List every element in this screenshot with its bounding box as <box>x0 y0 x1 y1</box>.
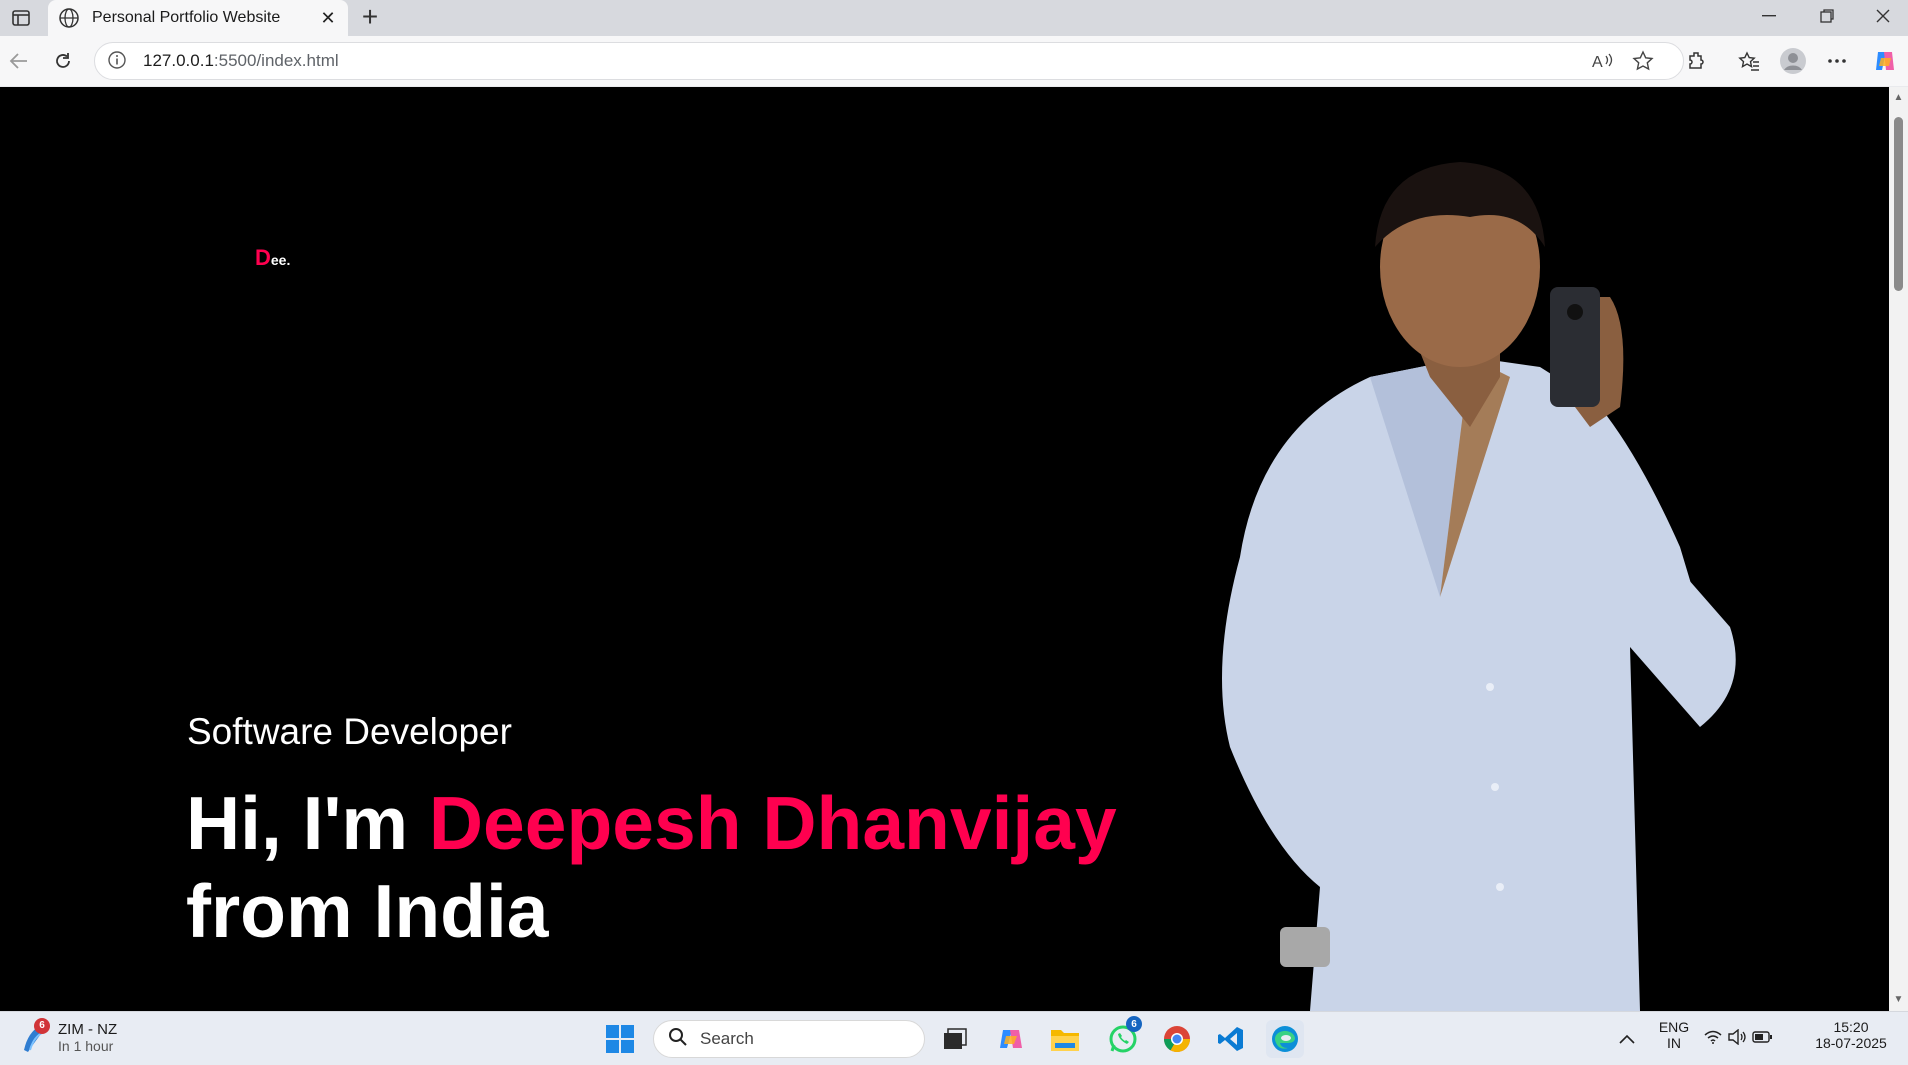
system-tray-quick-settings[interactable] <box>1702 1020 1774 1058</box>
refresh-icon[interactable] <box>46 44 80 78</box>
nav-contact[interactable]: Contact <box>897 239 952 257</box>
edge-icon[interactable] <box>1266 1020 1304 1058</box>
nav-about[interactable]: About <box>503 239 545 257</box>
language-indicator[interactable]: ENG IN <box>1656 1019 1692 1051</box>
extensions-icon[interactable] <box>1682 46 1712 76</box>
svg-text:A: A <box>1592 54 1603 71</box>
search-icon <box>668 1027 688 1052</box>
scroll-down-icon[interactable]: ▼ <box>1893 995 1904 1005</box>
nav-services[interactable]: Services <box>617 239 678 257</box>
read-aloud-icon[interactable]: A <box>1588 46 1618 76</box>
task-view-icon[interactable] <box>936 1020 974 1058</box>
show-hidden-icons[interactable] <box>1608 1020 1646 1058</box>
page-scrollbar[interactable]: ▲ ▼ <box>1889 87 1908 1011</box>
region-code: IN <box>1667 1035 1681 1051</box>
new-tab-icon[interactable]: + <box>355 1 385 32</box>
battery-icon <box>1752 1030 1772 1048</box>
address-bar[interactable]: 127.0.0.1:5500/index.html <box>94 42 1684 80</box>
close-window-icon[interactable] <box>1860 0 1906 32</box>
tab-actions-icon[interactable] <box>6 4 36 32</box>
nav-home[interactable]: Home <box>387 239 430 257</box>
close-tab-icon[interactable]: ✕ <box>318 8 338 28</box>
tab-title: Personal Portfolio Website <box>92 9 281 26</box>
clock-time: 15:20 <box>1833 1019 1869 1035</box>
url-text: 127.0.0.1:5500/index.html <box>143 51 339 70</box>
weather-subtitle: In 1 hour <box>58 1038 114 1054</box>
windows-taskbar: 6 ZIM - NZ In 1 hour Search 6 ENG IN 15:… <box>0 1011 1908 1065</box>
favorite-star-icon[interactable] <box>1628 46 1658 76</box>
profile-avatar-icon[interactable] <box>1778 46 1808 76</box>
hero-headline: Hi, I'm Deepesh Dhanvijay from India <box>186 779 1117 955</box>
favorites-icon[interactable] <box>1734 46 1764 76</box>
more-options-icon[interactable] <box>1822 46 1852 76</box>
file-explorer-icon[interactable] <box>1046 1020 1084 1058</box>
search-placeholder: Search <box>700 1029 754 1048</box>
copilot-taskbar-icon[interactable] <box>992 1020 1030 1058</box>
language-code: ENG <box>1658 1019 1690 1035</box>
headline-suffix: from India <box>186 869 549 953</box>
browser-tab-strip: Personal Portfolio Website ✕ + <box>0 0 1908 36</box>
volume-icon <box>1728 1028 1746 1050</box>
chrome-icon[interactable] <box>1158 1020 1196 1058</box>
back-icon[interactable] <box>2 44 36 78</box>
browser-toolbar: 127.0.0.1:5500/index.html A <box>0 36 1908 86</box>
weather-badge: 6 <box>34 1017 50 1034</box>
minimize-icon[interactable] <box>1746 0 1792 32</box>
weather-title: ZIM - NZ <box>58 1021 118 1038</box>
cricket-icon: 6 <box>18 1017 50 1054</box>
hero-subtitle: Software Developer <box>187 711 512 752</box>
scrollbar-thumb[interactable] <box>1894 117 1903 291</box>
headline-name: Deepesh Dhanvijay <box>428 781 1117 865</box>
clock-date: 18-07-2025 <box>1815 1035 1887 1051</box>
site-info-icon[interactable] <box>107 50 129 72</box>
taskbar-search[interactable]: Search <box>653 1020 925 1058</box>
site-logo[interactable]: Dee. <box>255 245 290 271</box>
page-viewport: Dee. Home About Services Portfolio Conta… <box>0 87 1889 1011</box>
whatsapp-icon[interactable]: 6 <box>1104 1016 1142 1058</box>
wifi-icon <box>1704 1030 1722 1049</box>
nav-portfolio[interactable]: Portfolio <box>759 239 818 257</box>
weather-widget[interactable]: 6 ZIM - NZ In 1 hour <box>18 1017 118 1054</box>
globe-icon <box>58 7 80 29</box>
start-button[interactable] <box>601 1020 639 1058</box>
hero-portrait-image <box>1222 162 1736 1011</box>
vscode-icon[interactable] <box>1212 1020 1250 1058</box>
restore-icon[interactable] <box>1804 0 1850 32</box>
copilot-icon[interactable] <box>1870 46 1900 76</box>
clock[interactable]: 15:20 18-07-2025 <box>1806 1019 1896 1051</box>
headline-prefix: Hi, I'm <box>186 781 409 865</box>
scroll-up-icon[interactable]: ▲ <box>1893 93 1904 103</box>
whatsapp-badge: 6 <box>1126 1016 1142 1032</box>
browser-tab[interactable]: Personal Portfolio Website ✕ <box>48 0 348 36</box>
